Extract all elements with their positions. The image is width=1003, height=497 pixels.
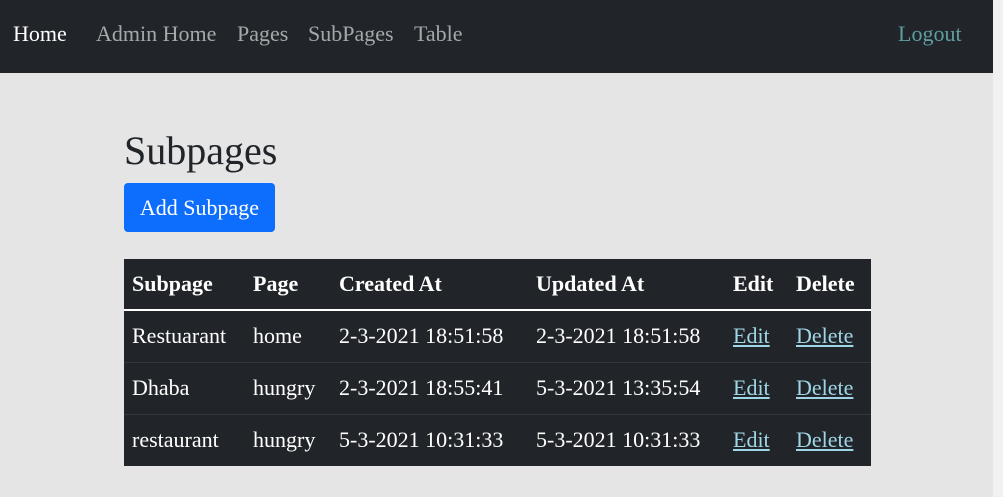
table-row: Dhaba hungry 2-3-2021 18:55:41 5-3-2021 … <box>124 361 871 414</box>
nav-subpages-link[interactable]: SubPages <box>308 20 394 48</box>
cell-updated-at: 2-3-2021 18:51:58 <box>536 323 701 349</box>
cell-created-at: 5-3-2021 10:31:33 <box>331 413 528 466</box>
add-subpage-button[interactable]: Add Subpage <box>124 183 275 232</box>
edit-link[interactable]: Edit <box>733 427 770 452</box>
edit-link[interactable]: Edit <box>733 323 770 348</box>
cell-delete: Delete <box>788 361 871 414</box>
top-navbar: Home Admin Home Pages SubPages Table Log… <box>0 0 993 73</box>
delete-link[interactable]: Delete <box>796 323 853 348</box>
cell-updated-at: 5-3-2021 10:31:33 <box>528 413 725 466</box>
cell-subpage: Restuarant <box>132 323 227 349</box>
table-row: restaurant hungry 5-3-2021 10:31:33 5-3-… <box>124 413 871 466</box>
cell-page: hungry <box>245 413 331 466</box>
cell-delete: Delete <box>788 413 871 466</box>
table-row: Restuarant home 2-3-2021 18:51:58 2-3-20… <box>124 310 871 362</box>
delete-link[interactable]: Delete <box>796 375 853 400</box>
cell-subpage: restaurant <box>124 413 245 466</box>
cell-updated-at: 5-3-2021 13:35:54 <box>528 361 725 414</box>
delete-link[interactable]: Delete <box>796 427 853 452</box>
cell-created-at: 2-3-2021 18:55:41 <box>331 361 528 414</box>
page-title: Subpages <box>124 128 278 173</box>
edit-link[interactable]: Edit <box>733 375 770 400</box>
column-header-edit: Edit <box>725 259 788 311</box>
nav-pages-link[interactable]: Pages <box>237 20 288 48</box>
cell-delete: Delete <box>788 310 871 362</box>
cell-edit: Edit <box>725 413 788 466</box>
cell-page: home <box>253 323 302 349</box>
column-header-created-at: Created At <box>331 259 528 311</box>
cell-edit: Edit <box>725 310 788 362</box>
nav-table-link[interactable]: Table <box>414 20 463 48</box>
column-header-subpage: Subpage <box>124 259 245 311</box>
logout-link[interactable]: Logout <box>898 20 962 48</box>
nav-home-link[interactable]: Home <box>13 20 67 48</box>
cell-created-at: 2-3-2021 18:51:58 <box>339 323 504 349</box>
column-header-page: Page <box>245 259 331 311</box>
vertical-scrollbar[interactable] <box>993 0 1003 497</box>
column-header-updated-at: Updated At <box>528 259 725 311</box>
cell-subpage: Dhaba <box>124 361 245 414</box>
column-header-delete: Delete <box>788 259 871 311</box>
nav-admin-home-link[interactable]: Admin Home <box>96 20 216 48</box>
cell-page: hungry <box>245 361 331 414</box>
subpages-table: Subpage Page Created At Updated At Edit … <box>124 259 871 466</box>
cell-edit: Edit <box>725 361 788 414</box>
table-header-row: Subpage Page Created At Updated At Edit … <box>124 259 871 311</box>
